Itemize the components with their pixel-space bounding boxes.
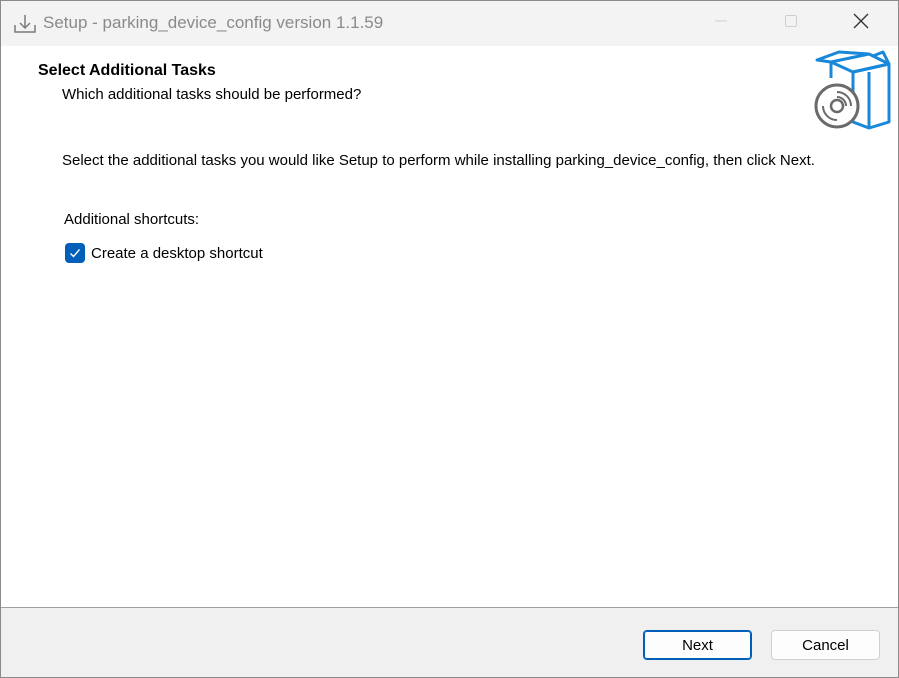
desktop-shortcut-checkbox[interactable]: [65, 243, 85, 263]
maximize-button[interactable]: [756, 1, 826, 46]
setup-box-disc-icon: [809, 48, 893, 130]
next-button[interactable]: Next: [643, 630, 752, 660]
close-icon: [853, 13, 869, 34]
wizard-footer: Next Cancel: [1, 608, 898, 677]
wizard-header: Select Additional Tasks Which additional…: [1, 46, 898, 131]
desktop-shortcut-label[interactable]: Create a desktop shortcut: [91, 245, 263, 262]
setup-window: Setup - parking_device_config version 1.…: [0, 0, 899, 678]
page-subtitle: Which additional tasks should be perform…: [62, 86, 362, 103]
checkmark-icon: [70, 249, 81, 258]
desktop-shortcut-task[interactable]: Create a desktop shortcut: [65, 242, 263, 264]
window-title: Setup - parking_device_config version 1.…: [43, 13, 384, 32]
instruction-text: Select the additional tasks you would li…: [62, 152, 815, 169]
minimize-button[interactable]: [686, 1, 756, 46]
close-button[interactable]: [826, 1, 896, 46]
shortcuts-group-label: Additional shortcuts:: [64, 211, 200, 228]
minimize-icon: [714, 14, 728, 33]
wizard-body: Select the additional tasks you would li…: [1, 131, 898, 607]
page-title: Select Additional Tasks: [38, 62, 216, 79]
installer-download-icon: [13, 13, 37, 35]
maximize-icon: [784, 14, 798, 33]
title-bar[interactable]: Setup - parking_device_config version 1.…: [1, 1, 898, 46]
cancel-button[interactable]: Cancel: [771, 630, 880, 660]
